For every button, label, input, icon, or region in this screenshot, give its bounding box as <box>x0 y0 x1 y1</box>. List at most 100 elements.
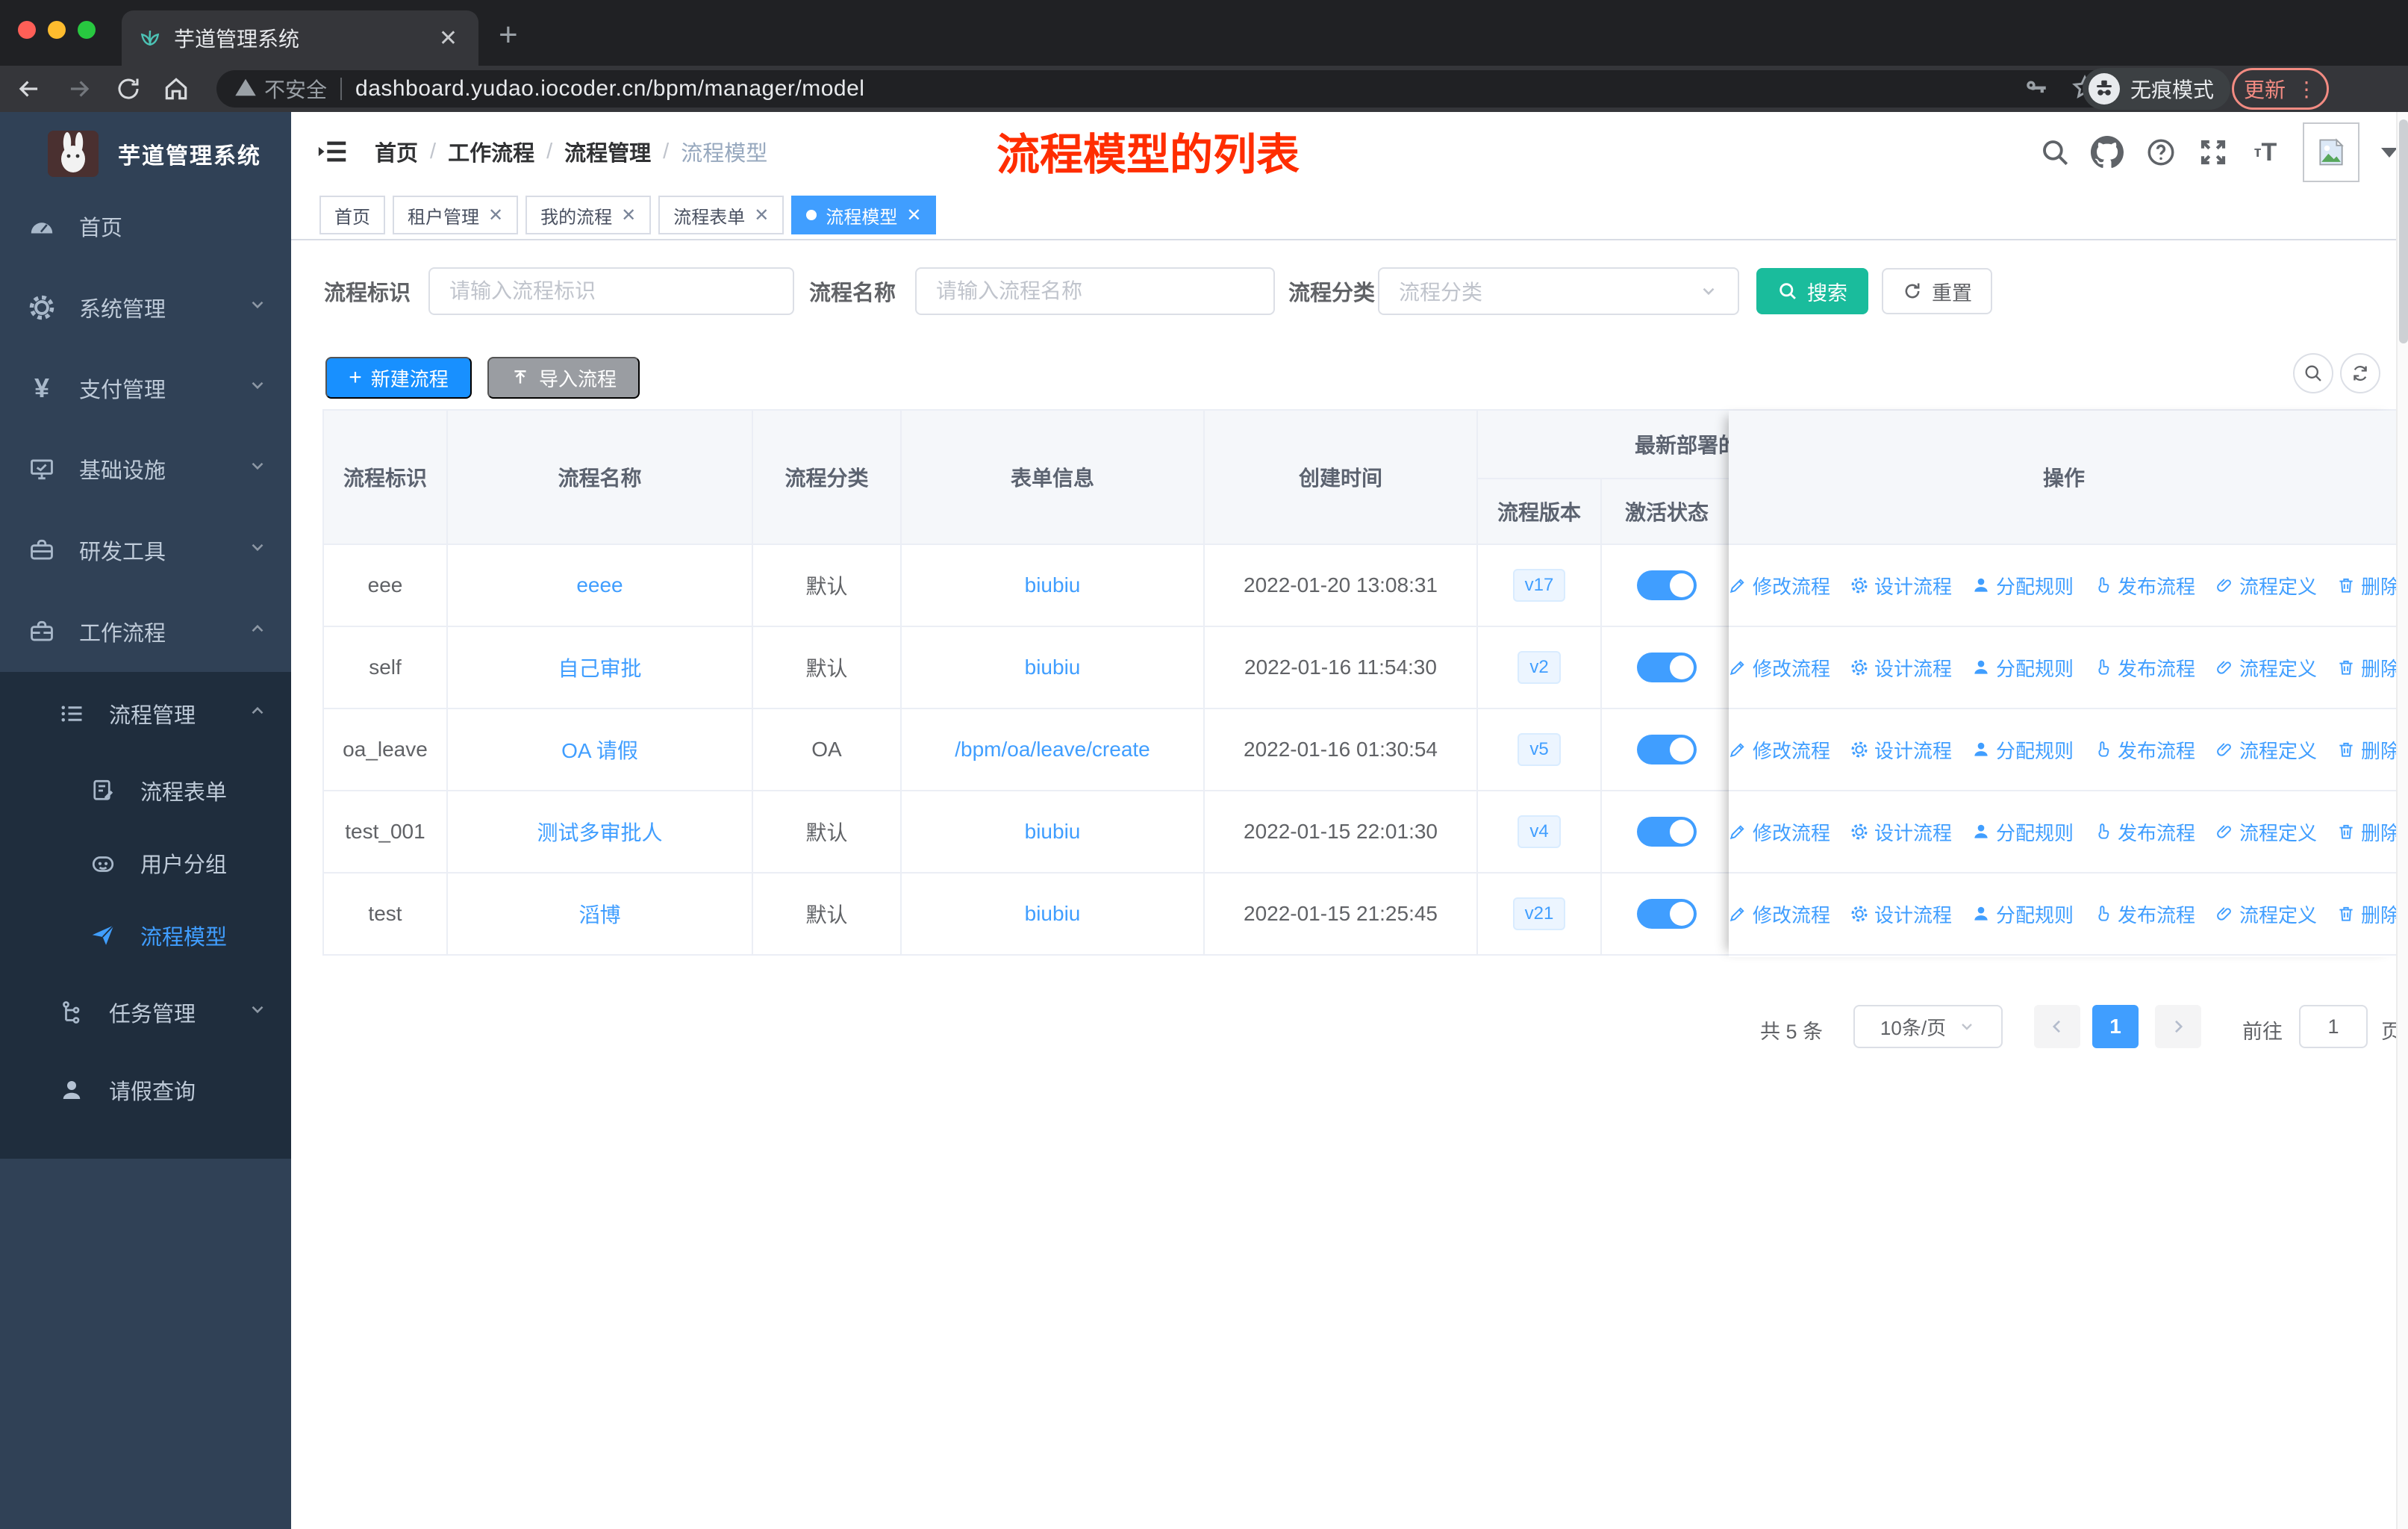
active-switch[interactable] <box>1637 817 1697 847</box>
github-icon[interactable] <box>2090 135 2124 169</box>
forward-icon[interactable] <box>61 71 97 107</box>
edit-process-link[interactable]: 修改流程 <box>1728 736 1830 764</box>
scrollbar-thumb[interactable] <box>2399 119 2408 343</box>
form-link[interactable]: biubiu <box>1025 902 1081 926</box>
form-link[interactable]: biubiu <box>1025 820 1081 844</box>
sidebar-item-home[interactable]: 首页 <box>0 195 291 258</box>
import-process-button[interactable]: 导入流程 <box>487 357 640 399</box>
help-icon[interactable] <box>2144 135 2178 169</box>
sidebar-item-workflow[interactable]: 工作流程 <box>0 600 291 663</box>
tag-home[interactable]: 首页 <box>319 196 385 234</box>
filter-name-input[interactable] <box>915 267 1275 315</box>
publish-process-link[interactable]: 发布流程 <box>2093 654 2195 682</box>
password-key-icon[interactable] <box>2024 75 2049 104</box>
sidebar-item-leave-query[interactable]: 请假查询 <box>0 1059 291 1121</box>
search-icon[interactable] <box>2038 135 2072 169</box>
publish-process-link[interactable]: 发布流程 <box>2093 736 2195 764</box>
design-process-link[interactable]: 设计流程 <box>1850 736 1952 764</box>
form-link[interactable]: /bpm/oa/leave/create <box>955 738 1150 762</box>
design-process-link[interactable]: 设计流程 <box>1850 654 1952 682</box>
show-search-circle-button[interactable] <box>2293 353 2333 393</box>
form-link[interactable]: biubiu <box>1025 573 1081 597</box>
sidebar-item-process-mgmt[interactable]: 流程管理 <box>0 682 291 745</box>
version-tag[interactable]: v2 <box>1518 651 1561 684</box>
publish-process-link[interactable]: 发布流程 <box>2093 900 2195 928</box>
sidebar-item-process-model[interactable]: 流程模型 <box>0 904 291 967</box>
close-icon[interactable]: ✕ <box>488 205 503 226</box>
font-size-icon[interactable]: тT <box>2248 135 2283 169</box>
edit-process-link[interactable]: 修改流程 <box>1728 654 1830 682</box>
window-close-button[interactable] <box>18 21 36 39</box>
process-definition-link[interactable]: 流程定义 <box>2215 818 2317 846</box>
window-minimize-button[interactable] <box>48 21 66 39</box>
tab-close-icon[interactable]: ✕ <box>434 25 462 52</box>
filter-category-select[interactable]: 流程分类 <box>1378 267 1739 315</box>
assign-rule-link[interactable]: 分配规则 <box>1971 654 2074 682</box>
avatar-caret-icon[interactable] <box>2381 148 2398 158</box>
edit-process-link[interactable]: 修改流程 <box>1728 900 1830 928</box>
publish-process-link[interactable]: 发布流程 <box>2093 818 2195 846</box>
sidebar-item-system[interactable]: 系统管理 <box>0 276 291 339</box>
close-icon[interactable]: ✕ <box>906 205 921 226</box>
active-switch[interactable] <box>1637 570 1697 600</box>
refresh-circle-button[interactable] <box>2340 353 2380 393</box>
edit-process-link[interactable]: 修改流程 <box>1728 572 1830 600</box>
security-warning-icon[interactable] <box>234 76 257 102</box>
active-switch[interactable] <box>1637 653 1697 682</box>
process-definition-link[interactable]: 流程定义 <box>2215 654 2317 682</box>
prev-page-button[interactable] <box>2034 1005 2080 1048</box>
close-icon[interactable]: ✕ <box>621 205 636 226</box>
breadcrumb-item[interactable]: 流程管理 <box>564 136 651 167</box>
sidebar-item-task-mgmt[interactable]: 任务管理 <box>0 981 291 1044</box>
design-process-link[interactable]: 设计流程 <box>1850 572 1952 600</box>
version-tag[interactable]: v21 <box>1512 897 1566 930</box>
publish-process-link[interactable]: 发布流程 <box>2093 572 2195 600</box>
form-link[interactable]: biubiu <box>1025 655 1081 679</box>
browser-tab[interactable]: 芋道管理系统 ✕ <box>122 10 478 66</box>
process-name-link[interactable]: OA 请假 <box>561 735 638 764</box>
create-process-button[interactable]: + 新建流程 <box>325 357 472 399</box>
version-tag[interactable]: v17 <box>1512 569 1566 602</box>
sidebar-item-payment[interactable]: ¥ 支付管理 <box>0 357 291 420</box>
breadcrumb-item[interactable]: 工作流程 <box>448 136 534 167</box>
page-number-button[interactable]: 1 <box>2092 1005 2139 1048</box>
filter-id-input[interactable] <box>428 267 794 315</box>
tag-my-process[interactable]: 我的流程 ✕ <box>525 196 652 234</box>
edit-process-link[interactable]: 修改流程 <box>1728 818 1830 846</box>
back-icon[interactable] <box>11 71 47 107</box>
design-process-link[interactable]: 设计流程 <box>1850 818 1952 846</box>
new-tab-button[interactable]: + <box>499 16 518 54</box>
process-name-link[interactable]: 测试多审批人 <box>537 817 662 847</box>
page-size-select[interactable]: 10条/页 <box>1853 1005 2003 1048</box>
menu-dots-icon[interactable]: ⋮ <box>2296 77 2317 102</box>
window-zoom-button[interactable] <box>78 21 96 39</box>
browser-update-button[interactable]: 更新 ⋮ <box>2232 68 2329 110</box>
tag-tenant[interactable]: 租户管理 ✕ <box>393 196 519 234</box>
version-tag[interactable]: v4 <box>1518 815 1561 848</box>
fullscreen-icon[interactable] <box>2196 135 2230 169</box>
browser-scrollbar[interactable] <box>2396 112 2408 1529</box>
version-tag[interactable]: v5 <box>1518 733 1561 766</box>
design-process-link[interactable]: 设计流程 <box>1850 900 1952 928</box>
assign-rule-link[interactable]: 分配规则 <box>1971 736 2074 764</box>
process-name-link[interactable]: 自己审批 <box>558 653 641 682</box>
reset-button[interactable]: 重置 <box>1882 268 1992 314</box>
url-bar[interactable]: 不安全 dashboard.yudao.iocoder.cn/bpm/manag… <box>216 70 2116 108</box>
sidebar-item-process-form[interactable]: 流程表单 <box>0 759 291 822</box>
process-name-link[interactable]: 滔博 <box>578 899 620 929</box>
assign-rule-link[interactable]: 分配规则 <box>1971 818 2074 846</box>
process-definition-link[interactable]: 流程定义 <box>2215 736 2317 764</box>
delete-link[interactable]: 删除 <box>2336 572 2400 600</box>
avatar[interactable] <box>2303 122 2359 182</box>
process-definition-link[interactable]: 流程定义 <box>2215 900 2317 928</box>
delete-link[interactable]: 删除 <box>2336 900 2400 928</box>
next-page-button[interactable] <box>2155 1005 2201 1048</box>
sidebar-item-user-group[interactable]: 用户分组 <box>0 832 291 894</box>
goto-page-input[interactable] <box>2299 1005 2368 1048</box>
search-button[interactable]: 搜索 <box>1756 268 1868 314</box>
close-icon[interactable]: ✕ <box>754 205 769 226</box>
tag-process-model[interactable]: 流程模型 ✕ <box>791 196 937 234</box>
home-icon[interactable] <box>158 71 194 107</box>
sidebar-logo[interactable]: 芋道管理系统 <box>0 112 291 196</box>
tag-process-form[interactable]: 流程表单 ✕ <box>658 196 785 234</box>
